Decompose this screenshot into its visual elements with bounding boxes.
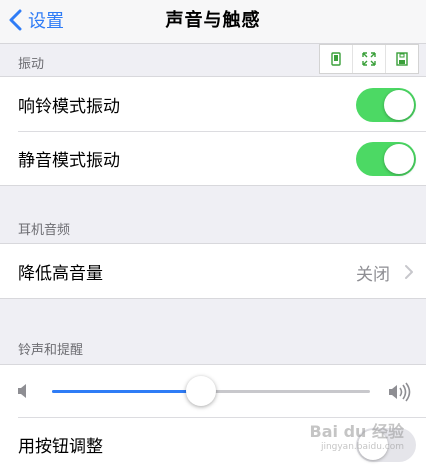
ring-vibrate-toggle[interactable] <box>356 88 416 122</box>
volume-thumb[interactable] <box>186 376 217 406</box>
watermark-sub: jingyan.baidu.com <box>320 442 404 452</box>
section-header-vibration: 振动 <box>18 57 45 72</box>
toolbar-save-button[interactable] <box>386 45 418 73</box>
row-label: 静音模式振动 <box>18 150 120 171</box>
phone-frame-icon <box>331 52 341 66</box>
save-icon <box>396 52 408 66</box>
speaker-low-icon <box>18 384 26 398</box>
navigation-bar: 设置 声音与触感 <box>0 0 426 44</box>
silent-vibrate-toggle[interactable] <box>356 142 416 176</box>
page-title: 声音与触感 <box>165 10 261 31</box>
watermark: Bai du 经验 jingyan.baidu.com <box>310 418 404 452</box>
row-label: 响铃模式振动 <box>18 96 120 117</box>
expand-icon <box>362 52 376 66</box>
row-label: 降低高音量 <box>18 263 103 284</box>
toolbar-expand-button[interactable] <box>353 45 386 73</box>
row-reduce-loud-sounds[interactable]: 降低高音量 关闭 <box>0 244 426 298</box>
speaker-high-icon <box>389 382 411 402</box>
toggle-knob <box>384 144 414 174</box>
row-silent-vibrate: 静音模式振动 <box>0 131 426 185</box>
screenshot-toolbar <box>319 44 419 74</box>
row-value: 关闭 <box>356 265 390 285</box>
chevron-right-icon <box>405 265 413 279</box>
volume-fill <box>52 390 202 393</box>
section-header-ringer: 铃声和提醒 <box>18 343 84 358</box>
ringer-group: 用按钮调整 <box>0 364 426 469</box>
vibration-group: 响铃模式振动 静音模式振动 <box>0 76 426 186</box>
row-volume-slider <box>0 365 426 417</box>
toggle-knob <box>384 90 414 120</box>
headphone-group: 降低高音量 关闭 <box>0 243 426 299</box>
row-ring-vibrate: 响铃模式振动 <box>0 77 426 131</box>
section-header-headphone: 耳机音频 <box>18 223 71 238</box>
watermark-text: Bai du 经验 <box>309 422 404 441</box>
toolbar-phone-frame-button[interactable] <box>320 45 353 73</box>
row-label: 用按钮调整 <box>18 436 103 457</box>
